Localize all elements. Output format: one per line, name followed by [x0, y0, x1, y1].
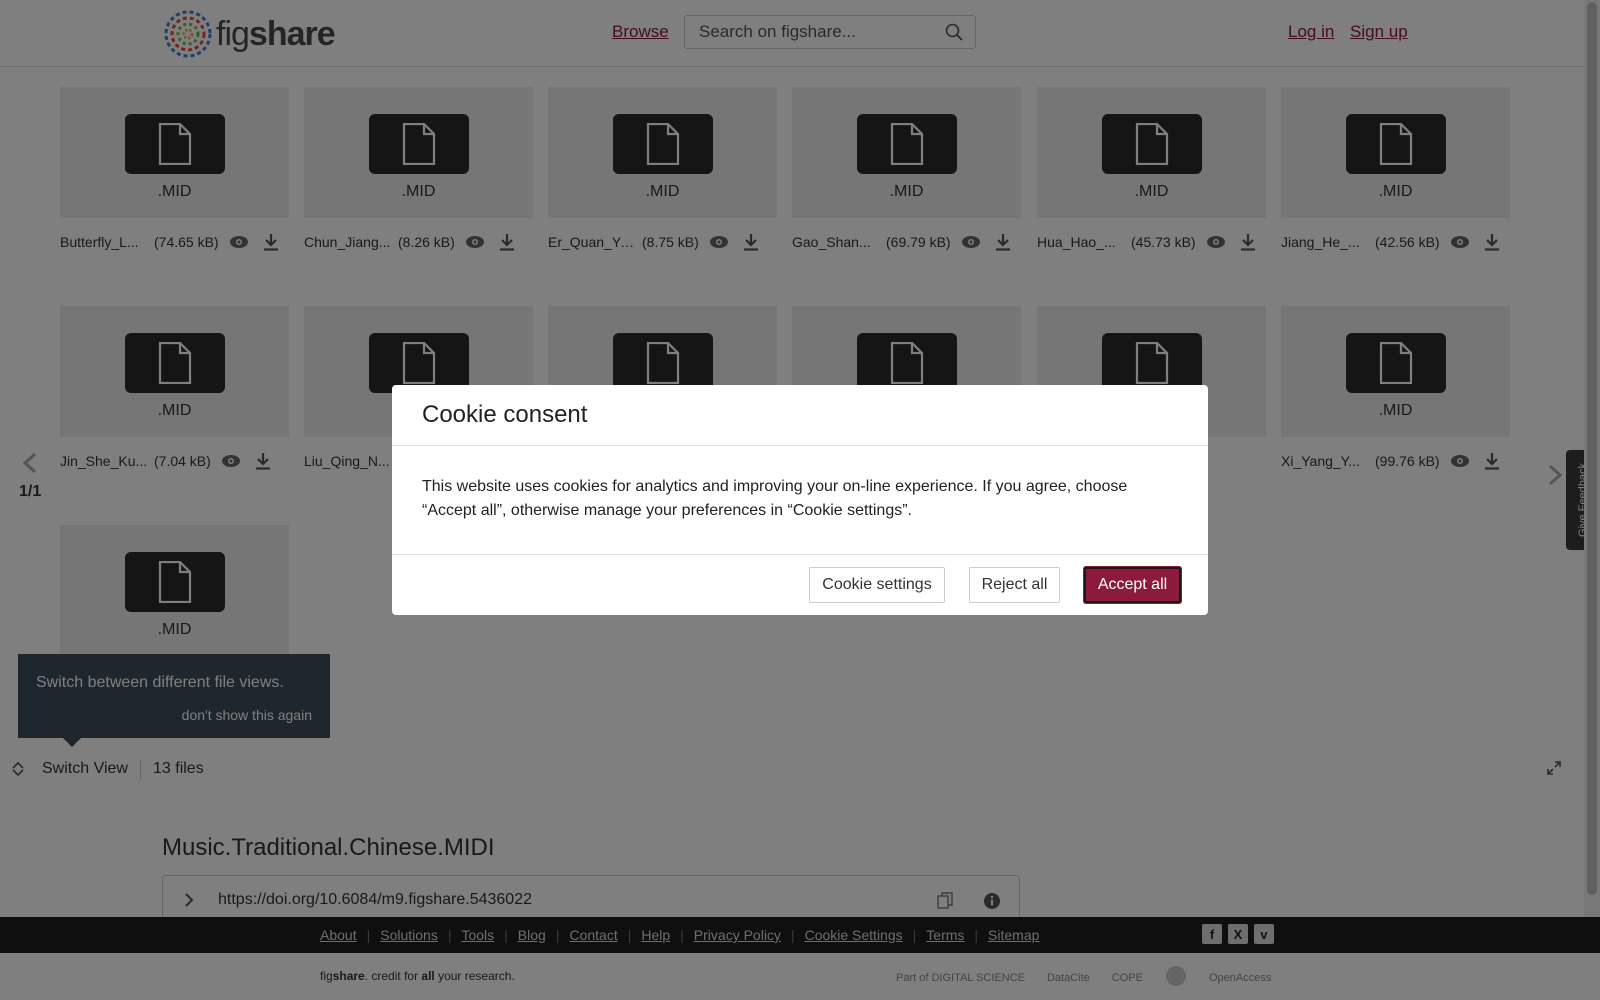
cookie-settings-button[interactable]: Cookie settings: [809, 567, 945, 603]
cookie-dialog-text: This website uses cookies for analytics …: [422, 478, 1128, 519]
accept-all-button[interactable]: Accept all: [1084, 567, 1181, 603]
dialog-divider: [392, 445, 1208, 446]
cookie-dialog-title: Cookie consent: [422, 401, 588, 428]
reject-all-button[interactable]: Reject all: [969, 567, 1060, 603]
dialog-divider: [392, 554, 1208, 555]
cookie-consent-dialog: Cookie consent This website uses cookies…: [392, 385, 1208, 615]
